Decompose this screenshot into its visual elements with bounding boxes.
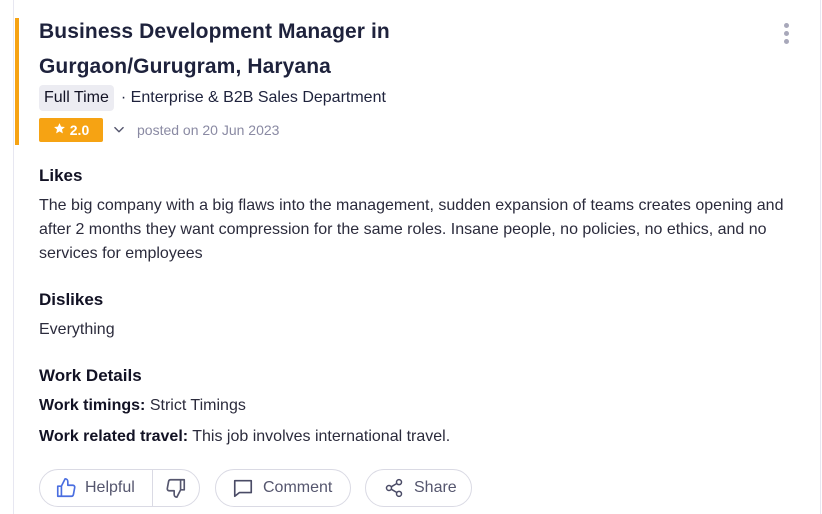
review-meta: Full Time · Enterprise & B2B Sales Depar… <box>39 85 386 111</box>
comment-icon <box>232 477 254 499</box>
rating-accent-bar <box>15 18 19 145</box>
review-title: Business Development Manager in Gurgaon/… <box>39 20 390 78</box>
work-timings: Work timings: Strict Timings <box>39 397 246 415</box>
more-options-button[interactable] <box>780 21 794 47</box>
likes-text: The big company with a big flaws into th… <box>39 197 784 262</box>
share-icon <box>384 478 404 498</box>
share-label: Share <box>414 479 457 496</box>
likes-heading: Likes <box>39 166 83 185</box>
share-button[interactable]: Share <box>365 469 472 507</box>
thumbs-up-icon <box>55 477 77 499</box>
rating-badge[interactable]: 2.0 <box>39 118 103 142</box>
star-icon <box>53 122 66 138</box>
posted-date: posted on 20 Jun 2023 <box>137 122 280 138</box>
work-details-heading: Work Details <box>39 366 142 385</box>
card-border-left <box>13 0 14 514</box>
card-border-right <box>820 0 821 514</box>
more-vertical-icon-dot <box>784 31 789 36</box>
not-helpful-button[interactable] <box>153 470 199 506</box>
work-travel: Work related travel: This job involves i… <box>39 428 450 446</box>
work-timings-label: Work timings: <box>39 397 146 414</box>
more-vertical-icon <box>784 23 789 28</box>
chevron-down-icon[interactable] <box>111 122 127 138</box>
work-travel-value: This job involves international travel. <box>192 428 451 445</box>
thumbs-down-icon <box>165 477 187 499</box>
helpful-label: Helpful <box>85 479 135 496</box>
work-travel-label: Work related travel: <box>39 428 189 445</box>
comment-button[interactable]: Comment <box>215 469 351 507</box>
work-timings-value: Strict Timings <box>149 397 246 414</box>
department-label: · Enterprise & B2B Sales Department <box>120 89 386 106</box>
rating-row: 2.0 posted on 20 Jun 2023 <box>39 118 279 142</box>
employment-type-chip: Full Time <box>39 85 114 111</box>
dislikes-heading: Dislikes <box>39 290 104 309</box>
more-vertical-icon-dot <box>784 39 789 44</box>
dislikes-text: Everything <box>39 321 115 338</box>
helpful-button[interactable]: Helpful <box>40 470 153 506</box>
helpful-button-group: Helpful <box>39 469 200 507</box>
rating-value: 2.0 <box>69 122 90 138</box>
comment-label: Comment <box>263 479 333 496</box>
